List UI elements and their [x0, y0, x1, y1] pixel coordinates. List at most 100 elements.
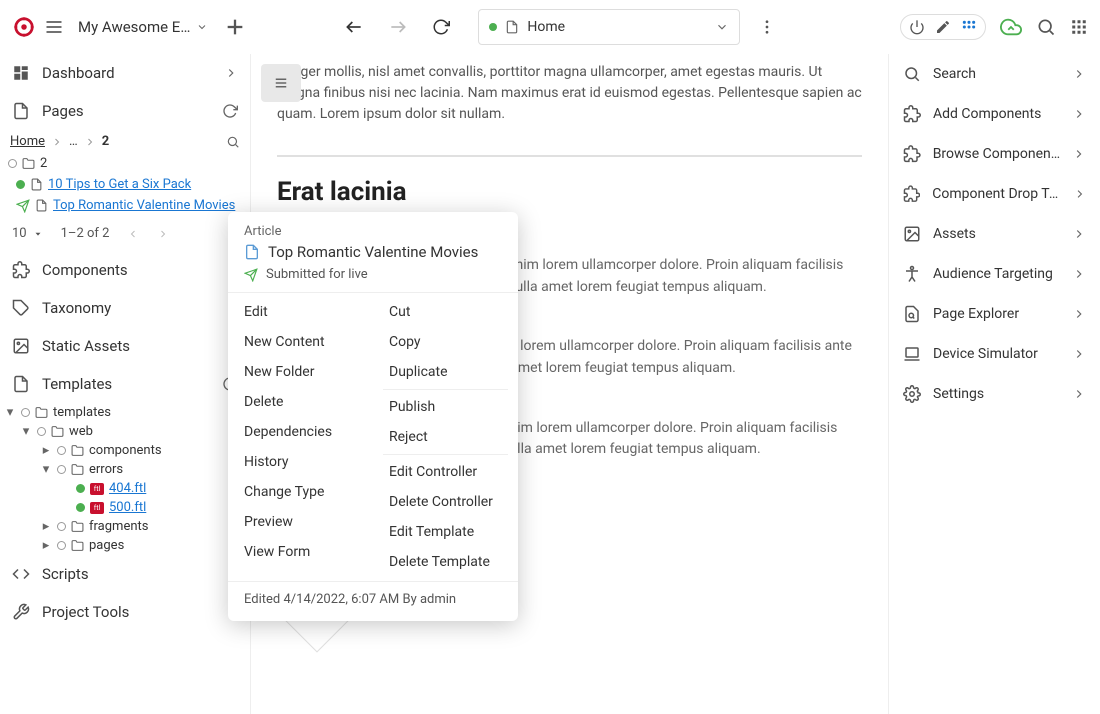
ctx-publish[interactable]: Publish: [373, 392, 518, 422]
ctx-copy[interactable]: Copy: [373, 327, 518, 357]
ctx-duplicate[interactable]: Duplicate: [373, 357, 518, 387]
sidebar-item-label: Static Assets: [42, 337, 130, 355]
ctx-change-type[interactable]: Change Type: [228, 477, 373, 507]
left-sidebar: Dashboard Pages Home … 2 2 10 Tips to Ge…: [0, 54, 250, 714]
move-mode-icon[interactable]: [961, 19, 977, 35]
chevron-left-icon[interactable]: [127, 228, 139, 240]
ctx-delete-controller[interactable]: Delete Controller: [373, 487, 518, 517]
ctx-view-form[interactable]: View Form: [228, 537, 373, 567]
collapse-icon[interactable]: ▾: [40, 462, 52, 477]
breadcrumb-ellipsis[interactable]: …: [69, 134, 78, 149]
drag-handle-icon[interactable]: [261, 64, 301, 102]
context-menu: Article Top Romantic Valentine Movies Su…: [228, 212, 518, 621]
main-menu-icon[interactable]: [44, 17, 64, 37]
tree-item-page[interactable]: 10 Tips to Get a Six Pack: [0, 174, 250, 195]
sidebar-item-label: Project Tools: [42, 603, 129, 621]
ftl-icon: ftl: [90, 483, 104, 495]
address-bar[interactable]: Home: [478, 9, 740, 45]
context-title: Top Romantic Valentine Movies: [268, 243, 478, 261]
sidebar-item-label: Pages: [42, 102, 84, 120]
sidebar-item-pages[interactable]: Pages: [0, 92, 250, 130]
ctx-edit-controller[interactable]: Edit Controller: [373, 457, 518, 487]
power-icon[interactable]: [909, 19, 925, 35]
panel-search[interactable]: Search: [889, 54, 1100, 94]
tpl-tree-item[interactable]: ▾errors: [0, 460, 250, 479]
status-circle-icon: [57, 446, 66, 455]
status-circle-icon: [57, 465, 66, 474]
sidebar-item-static-assets[interactable]: Static Assets: [0, 327, 250, 365]
panel-browse-components[interactable]: Browse Components: [889, 134, 1100, 174]
app-logo: [12, 15, 36, 39]
collapse-icon[interactable]: ▾: [20, 424, 32, 439]
panel-audience-targeting[interactable]: Audience Targeting: [889, 254, 1100, 294]
breadcrumb-home[interactable]: Home: [10, 134, 45, 149]
ctx-history[interactable]: History: [228, 447, 373, 477]
chevron-right-icon: [1072, 107, 1086, 121]
puzzle-icon: [903, 185, 920, 203]
sidebar-item-project-tools[interactable]: Project Tools: [0, 593, 250, 631]
panel-assets[interactable]: Assets: [889, 214, 1100, 254]
expand-icon[interactable]: ▸: [40, 519, 52, 534]
reload-button[interactable]: [432, 18, 450, 36]
sidebar-item-scripts[interactable]: Scripts: [0, 555, 250, 593]
tpl-tree-file[interactable]: ftl404.ftl: [0, 479, 250, 498]
status-circle-icon: [16, 180, 25, 189]
panel-page-explorer[interactable]: Page Explorer: [889, 294, 1100, 334]
project-selector[interactable]: My Awesome E…: [78, 18, 208, 36]
sidebar-item-templates[interactable]: Templates: [0, 365, 250, 403]
tpl-tree-item[interactable]: ▸fragments: [0, 517, 250, 536]
tpl-tree-item[interactable]: ▸pages: [0, 536, 250, 555]
page-icon: [505, 20, 519, 34]
panel-settings[interactable]: Settings: [889, 374, 1100, 414]
apps-grid-icon[interactable]: [1070, 18, 1088, 36]
search-icon[interactable]: [226, 135, 240, 149]
expand-icon[interactable]: ▸: [40, 443, 52, 458]
tpl-tree-item[interactable]: ▾web: [0, 422, 250, 441]
forward-button[interactable]: [388, 17, 408, 37]
tree-item-folder[interactable]: 2: [0, 153, 250, 174]
collapse-icon[interactable]: ▾: [4, 405, 16, 420]
ctx-delete[interactable]: Delete: [228, 387, 373, 417]
divider: [277, 155, 862, 157]
new-content-button[interactable]: [224, 16, 246, 38]
panel-drop-targets[interactable]: Component Drop Ta…: [889, 174, 1100, 214]
ctx-cut[interactable]: Cut: [373, 297, 518, 327]
page-size-selector[interactable]: 10: [12, 226, 43, 241]
mode-switcher: [900, 14, 986, 40]
puzzle-icon: [903, 105, 921, 123]
panel-add-components[interactable]: Add Components: [889, 94, 1100, 134]
pager-range: 1–2 of 2: [61, 226, 110, 241]
sidebar-item-components[interactable]: Components: [0, 251, 250, 289]
ctx-new-content[interactable]: New Content: [228, 327, 373, 357]
ctx-preview[interactable]: Preview: [228, 507, 373, 537]
chevron-right-icon: [1072, 227, 1086, 241]
status-circle-icon: [37, 427, 46, 436]
back-button[interactable]: [344, 17, 364, 37]
chevron-right-icon[interactable]: [157, 228, 169, 240]
tpl-tree-item[interactable]: ▸components: [0, 441, 250, 460]
ctx-reject[interactable]: Reject: [373, 422, 518, 452]
expand-icon[interactable]: ▸: [40, 538, 52, 553]
chevron-right-icon: [224, 66, 238, 80]
tag-icon: [12, 299, 30, 317]
tree-item-page[interactable]: Top Romantic Valentine Movies: [0, 195, 250, 216]
refresh-icon[interactable]: [222, 103, 238, 119]
tpl-tree-file[interactable]: ftl500.ftl: [0, 498, 250, 517]
search-icon[interactable]: [1036, 17, 1056, 37]
panel-device-simulator[interactable]: Device Simulator: [889, 334, 1100, 374]
ctx-edit-template[interactable]: Edit Template: [373, 517, 518, 547]
edit-pencil-icon[interactable]: [935, 19, 951, 35]
ctx-delete-template[interactable]: Delete Template: [373, 547, 518, 577]
sidebar-item-dashboard[interactable]: Dashboard: [0, 54, 250, 92]
ctx-dependencies[interactable]: Dependencies: [228, 417, 373, 447]
ctx-new-folder[interactable]: New Folder: [228, 357, 373, 387]
publish-status-icon[interactable]: [1000, 16, 1022, 38]
sidebar-item-taxonomy[interactable]: Taxonomy: [0, 289, 250, 327]
tree-item-label[interactable]: 10 Tips to Get a Six Pack: [48, 177, 191, 192]
tpl-tree-item[interactable]: ▾templates: [0, 403, 250, 422]
ctx-edit[interactable]: Edit: [228, 297, 373, 327]
chevron-down-icon: [715, 20, 729, 34]
more-options-icon[interactable]: [758, 18, 776, 36]
folder-icon: [51, 425, 64, 438]
tree-item-label[interactable]: Top Romantic Valentine Movies: [53, 198, 235, 213]
